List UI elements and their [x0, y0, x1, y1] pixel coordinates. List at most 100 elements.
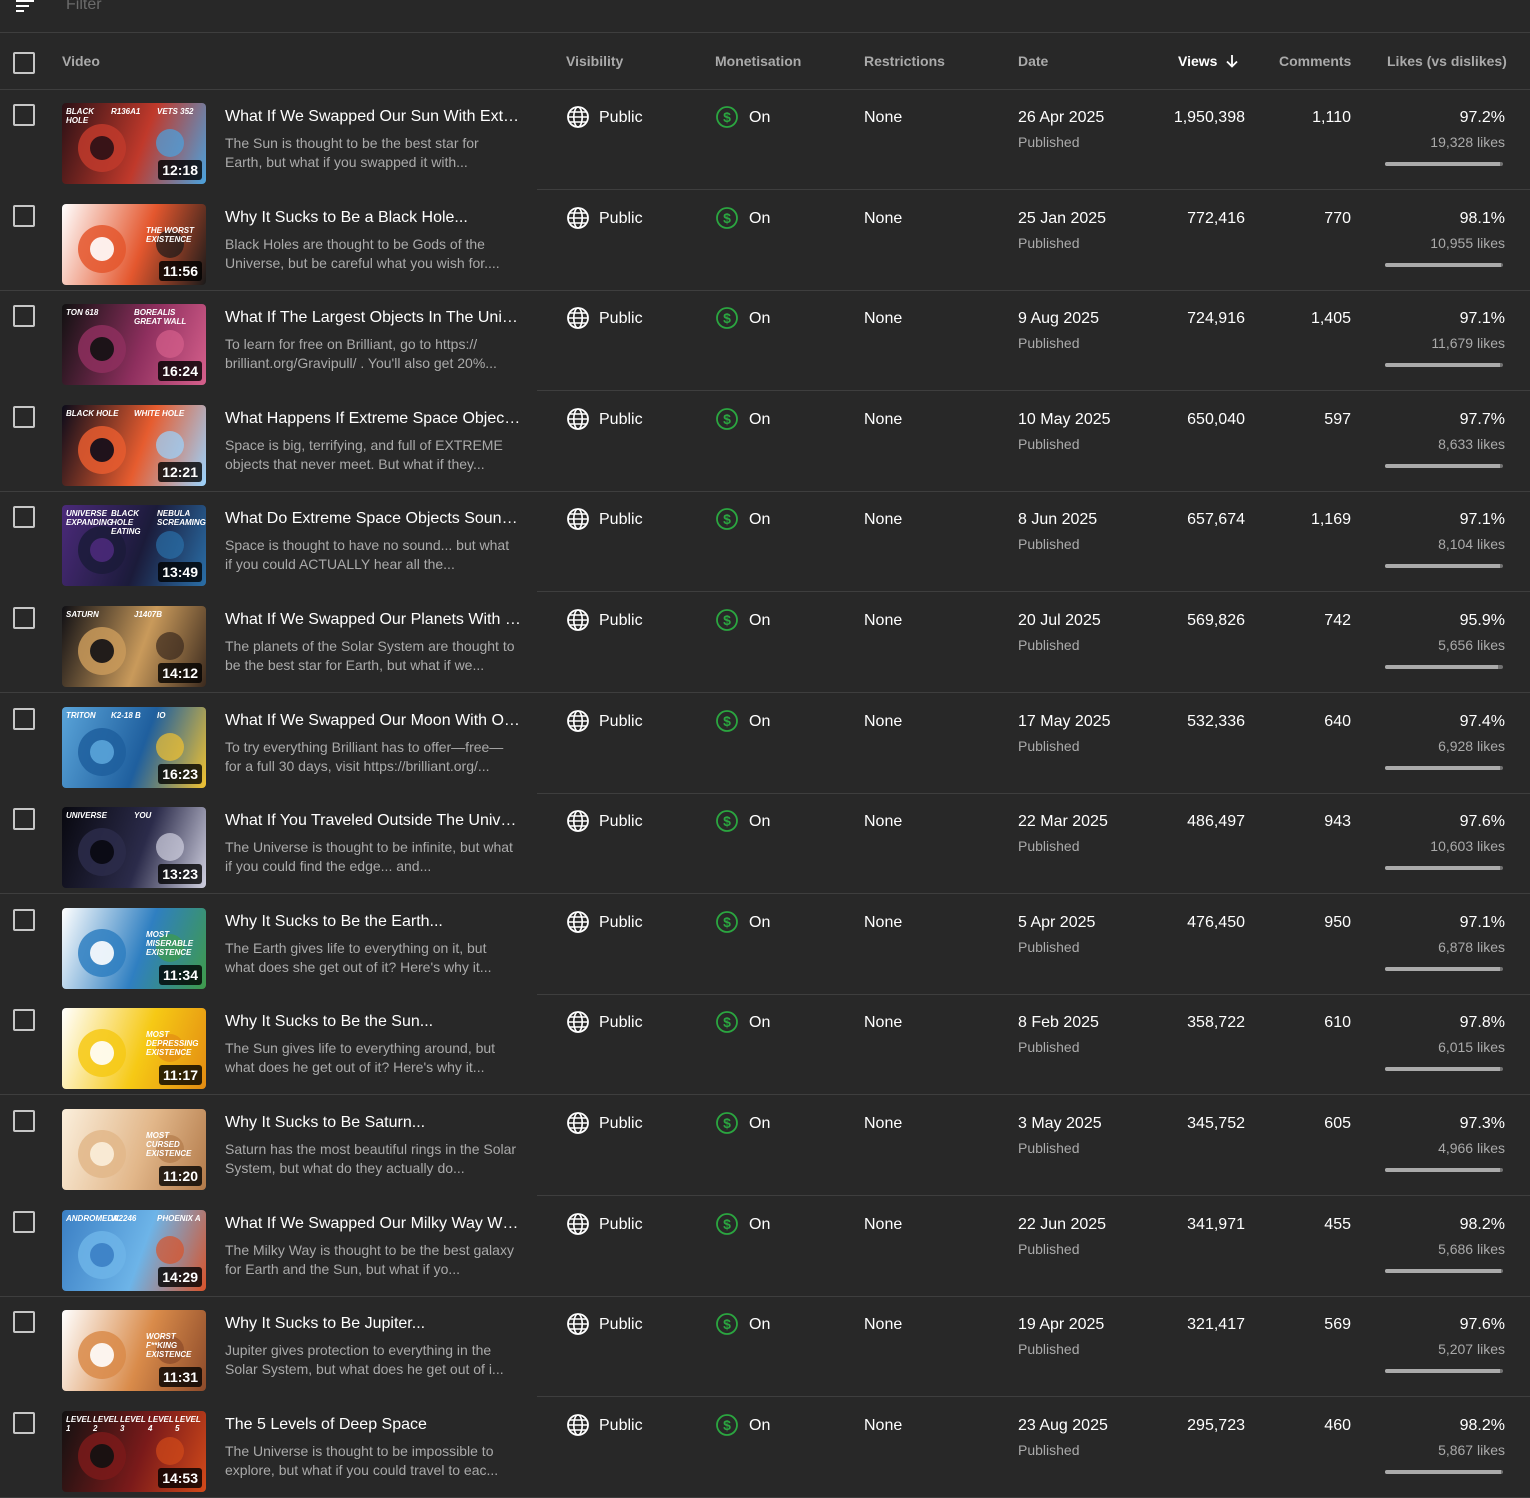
column-visibility[interactable]: Visibility — [566, 53, 623, 69]
table-row[interactable]: TRITON K2-18 B IO 16:23 What If We Swapped O… — [0, 694, 1530, 794]
row-checkbox[interactable] — [13, 405, 35, 428]
video-duration: 16:24 — [158, 361, 202, 382]
filter-input[interactable] — [64, 0, 468, 18]
video-thumbnail[interactable]: MOST DEPRESSING EXISTENCE 11:17 — [62, 1008, 206, 1090]
date-value: 9 Aug 2025 — [1018, 310, 1099, 328]
row-checkbox[interactable] — [13, 1009, 35, 1032]
video-title[interactable]: What If The Largest Objects In The Unive… — [225, 309, 521, 327]
filter-icon[interactable] — [16, 0, 34, 14]
video-title[interactable]: Why It Sucks to Be Saturn... — [225, 1114, 521, 1132]
likes-percentage: 97.8% — [1459, 1014, 1505, 1032]
column-views[interactable]: Views — [1178, 53, 1239, 69]
monetisation-label: On — [749, 1014, 771, 1032]
row-checkbox[interactable] — [13, 707, 35, 730]
video-thumbnail[interactable]: ANDROMEDA W2246 PHOENIX A 14:29 — [62, 1209, 206, 1291]
video-title[interactable]: What If We Swapped Our Sun With Extre... — [225, 108, 521, 126]
video-title[interactable]: Why It Sucks to Be Jupiter... — [225, 1315, 521, 1333]
table-row[interactable]: MOST DEPRESSING EXISTENCE 11:17 Why It Suc… — [0, 995, 1530, 1096]
video-title[interactable]: What If We Swapped Our Moon With Oth... — [225, 712, 521, 730]
row-checkbox[interactable] — [13, 506, 35, 529]
restrictions-value: None — [864, 1115, 903, 1132]
video-description: The Sun is thought to be the best star f… — [225, 135, 479, 170]
row-checkbox[interactable] — [13, 305, 35, 328]
table-row[interactable]: ANDROMEDA W2246 PHOENIX A 14:29 What If We S… — [0, 1197, 1530, 1297]
table-row[interactable]: MOST MISERABLE EXISTENCE 11:34 Why It Suck… — [0, 895, 1530, 995]
video-title[interactable]: Why It Sucks to Be the Earth... — [225, 913, 521, 931]
comments-value: 1,110 — [1312, 109, 1351, 126]
table-row[interactable]: THE WORST EXISTENCE 11:56 Why It Sucks to … — [0, 191, 1530, 291]
restrictions-value: None — [864, 209, 903, 227]
thumbnail-caption: UNIVERSE — [66, 811, 107, 821]
row-checkbox[interactable] — [13, 1411, 35, 1434]
video-title[interactable]: What If You Traveled Outside The Univer.… — [225, 812, 521, 830]
row-checkbox[interactable] — [13, 204, 35, 227]
video-duration: 11:20 — [158, 1166, 202, 1186]
video-title[interactable]: What Happens If Extreme Space Objects... — [225, 410, 521, 428]
row-checkbox[interactable] — [13, 607, 35, 629]
svg-text:$: $ — [723, 1417, 731, 1433]
video-thumbnail[interactable]: TON 618 BOREALIS GREAT WALL 16:24 — [62, 304, 206, 386]
globe-icon — [566, 709, 590, 738]
likes-percentage: 98.2% — [1459, 1416, 1505, 1434]
video-duration: 13:23 — [158, 864, 202, 885]
column-comments[interactable]: Comments — [1279, 53, 1351, 69]
thumbnail-caption: BLACK HOLE — [66, 107, 94, 125]
video-thumbnail[interactable]: UNIVERSE YOU 13:23 — [62, 807, 206, 889]
video-title[interactable]: What Do Extreme Space Objects Sound ... — [225, 510, 521, 528]
video-title[interactable]: Why It Sucks to Be a Black Hole... — [225, 209, 521, 227]
table-row[interactable]: TON 618 BOREALIS GREAT WALL 16:24 What If T… — [0, 291, 1530, 392]
video-thumbnail[interactable]: WORST F**KING EXISTENCE 11:31 — [62, 1310, 206, 1392]
views-value: 295,723 — [1187, 1416, 1245, 1434]
restrictions-value: None — [864, 1014, 903, 1032]
table-row[interactable]: BLACK HOLE R136A1 VETS 352 12:18 What If We … — [0, 90, 1530, 190]
row-checkbox[interactable] — [13, 1311, 35, 1334]
svg-text:$: $ — [723, 813, 731, 829]
table-row[interactable]: LEVEL 1 LEVEL 2 LEVEL 3 LEVEL 4 LEVEL 5 14:53… — [0, 1398, 1530, 1498]
row-checkbox[interactable] — [13, 1110, 35, 1132]
column-date[interactable]: Date — [1018, 53, 1048, 69]
video-thumbnail[interactable]: BLACK HOLE WHITE HOLE 12:21 — [62, 404, 206, 486]
likes-ratio-fill — [1385, 162, 1500, 166]
column-restrictions[interactable]: Restrictions — [864, 53, 945, 69]
video-thumbnail[interactable]: SATURN J1407B 14:12 — [62, 606, 206, 687]
video-thumbnail[interactable]: TRITON K2-18 B IO 16:23 — [62, 706, 206, 788]
row-checkbox[interactable] — [13, 808, 35, 831]
video-thumbnail[interactable]: MOST MISERABLE EXISTENCE 11:34 — [62, 907, 206, 989]
views-value: 358,722 — [1187, 1014, 1245, 1032]
video-thumbnail[interactable]: THE WORST EXISTENCE 11:56 — [62, 203, 206, 285]
table-row[interactable]: WORST F**KING EXISTENCE 11:31 Why It Sucks… — [0, 1297, 1530, 1398]
video-thumbnail[interactable]: LEVEL 1 LEVEL 2 LEVEL 3 LEVEL 4 LEVEL 5 14:53 — [62, 1410, 206, 1492]
select-all-checkbox[interactable] — [13, 52, 35, 74]
video-title[interactable]: Why It Sucks to Be the Sun... — [225, 1013, 521, 1031]
globe-icon — [566, 507, 590, 536]
video-title[interactable]: The 5 Levels of Deep Space — [225, 1416, 521, 1434]
globe-icon — [566, 1010, 590, 1039]
comments-value: 640 — [1324, 712, 1351, 730]
svg-text:$: $ — [723, 1014, 731, 1030]
row-checkbox[interactable] — [13, 908, 35, 931]
video-thumbnail[interactable]: MOST CURSED EXISTENCE 11:20 — [62, 1109, 206, 1190]
table-row[interactable]: BLACK HOLE WHITE HOLE 12:21 What Happens If… — [0, 392, 1530, 492]
likes-count: 5,867 likes — [1438, 1441, 1505, 1458]
table-row[interactable]: UNIVERSE YOU 13:23 What If You Traveled Out… — [0, 794, 1530, 895]
table-row[interactable]: MOST CURSED EXISTENCE 11:20 Why It Sucks t… — [0, 1096, 1530, 1196]
column-likes[interactable]: Likes (vs dislikes) — [1387, 53, 1507, 69]
likes-count: 6,015 likes — [1438, 1039, 1505, 1056]
likes-ratio-bar — [1385, 1168, 1503, 1172]
likes-count: 6,928 likes — [1438, 737, 1505, 754]
thumbnail-caption: LEVEL 5 — [175, 1414, 201, 1433]
table-row[interactable]: UNIVERSE EXPANDING BLACK HOLE EATING NEBUL… — [0, 492, 1530, 593]
video-title[interactable]: What If We Swapped Our Milky Way With... — [225, 1215, 521, 1233]
views-value: 476,450 — [1187, 913, 1245, 931]
thumbnail-caption: J1407B — [134, 610, 163, 619]
row-checkbox[interactable] — [13, 1210, 35, 1233]
video-duration: 12:18 — [158, 160, 202, 180]
video-thumbnail[interactable]: UNIVERSE EXPANDING BLACK HOLE EATING NEBUL… — [62, 505, 206, 587]
comments-value: 950 — [1324, 913, 1351, 931]
column-monetisation[interactable]: Monetisation — [715, 53, 801, 69]
video-thumbnail[interactable]: BLACK HOLE R136A1 VETS 352 12:18 — [62, 103, 206, 184]
dollar-icon: $ — [715, 206, 739, 235]
table-row[interactable]: SATURN J1407B 14:12 What If We Swapped Our … — [0, 593, 1530, 693]
row-checkbox[interactable] — [13, 104, 35, 126]
video-title[interactable]: What If We Swapped Our Planets With E... — [225, 611, 521, 629]
